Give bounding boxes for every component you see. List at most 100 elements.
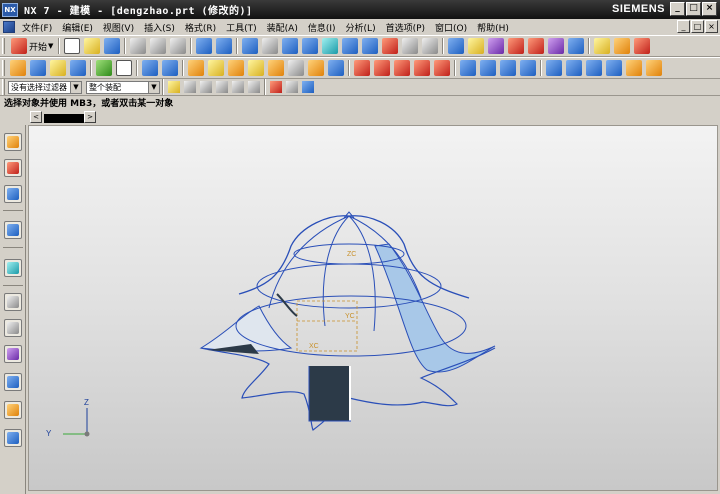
circle-icon[interactable] [394,60,410,76]
extend-icon[interactable] [626,60,642,76]
line-icon[interactable] [488,38,505,54]
point-icon[interactable] [468,38,485,54]
snap-icon[interactable] [448,38,465,54]
blend-icon[interactable] [308,60,324,76]
thicken-icon[interactable] [566,60,582,76]
arc-icon[interactable] [508,38,525,54]
system-materials-button[interactable] [4,319,22,337]
open-icon[interactable] [84,38,101,54]
menu-information[interactable]: 信息(I) [303,21,341,34]
menu-preferences[interactable]: 首选项(P) [381,21,430,34]
tab-next-button[interactable]: > [84,111,96,123]
datum-icon[interactable] [50,60,66,76]
document-tab[interactable] [44,114,84,123]
hole-icon[interactable] [188,60,204,76]
menu-edit[interactable]: 编辑(E) [57,21,98,34]
menu-view[interactable]: 视图(V) [98,21,139,34]
internet-explorer-button[interactable] [4,259,22,277]
move-icon[interactable] [614,38,631,54]
rectangle-select-icon[interactable] [270,81,282,93]
perspective-icon[interactable] [342,38,359,54]
lasso-select-icon[interactable] [286,81,298,93]
point-set-icon[interactable] [96,60,112,76]
pad-icon[interactable] [248,60,264,76]
start-button[interactable]: 开始 ▼ [11,38,53,54]
redo-icon[interactable] [216,38,233,54]
part-navigator-button[interactable] [4,185,22,203]
undo-icon[interactable] [196,38,213,54]
document-icon[interactable] [3,21,15,33]
rectangle-icon[interactable] [116,60,132,76]
roles-button[interactable] [4,373,22,391]
swept-surface[interactable] [374,243,496,373]
sketch-icon[interactable] [10,60,26,76]
visual-report-button[interactable] [4,429,22,447]
menu-file[interactable]: 文件(F) [17,21,57,34]
orient-view-icon[interactable] [422,38,439,54]
tab-prev-button[interactable]: < [30,111,42,123]
zoom-icon[interactable] [262,38,279,54]
through-curves-icon[interactable] [460,60,476,76]
endpoint-icon[interactable] [216,81,228,93]
menu-insert[interactable]: 插入(S) [139,21,180,34]
reset-filter-icon[interactable] [184,81,196,93]
select-body-icon[interactable] [302,81,314,93]
measure-icon[interactable] [634,38,651,54]
graphics-window[interactable]: XC YC ZC Z Y [28,125,718,491]
copy-icon[interactable] [150,38,167,54]
doc-restore-button[interactable]: □ [691,20,704,33]
history-button[interactable] [4,293,22,311]
menu-help[interactable]: 帮助(H) [472,21,514,34]
close-button[interactable]: × [702,2,717,16]
fit-icon[interactable] [242,38,259,54]
save-icon[interactable] [104,38,121,54]
fillet-curve-icon[interactable] [434,60,450,76]
shaded-icon[interactable] [382,38,399,54]
curve-icon[interactable] [548,38,565,54]
pan-icon[interactable] [322,38,339,54]
selection-scope-select[interactable]: 整个装配 ▼ [86,80,160,94]
slot-icon[interactable] [268,60,284,76]
patch-icon[interactable] [646,60,662,76]
menu-window[interactable]: 窗口(O) [430,21,472,34]
control-point-icon[interactable] [248,81,260,93]
menu-format[interactable]: 格式(R) [180,21,221,34]
face-blend-icon[interactable] [586,60,602,76]
zoom-in-icon[interactable] [282,38,299,54]
plane-icon[interactable] [568,38,585,54]
system-scenes-button[interactable] [4,401,22,419]
solid-block[interactable] [309,366,349,421]
arc-tool-icon[interactable] [374,60,390,76]
mesh-surface-icon[interactable] [480,60,496,76]
toolbar-grip[interactable] [2,79,5,95]
ruled-icon[interactable] [520,60,536,76]
toolbar-grip[interactable] [2,38,5,54]
render-style-icon[interactable] [362,38,379,54]
constraint-navigator-button[interactable] [4,159,22,177]
doc-minimize-button[interactable]: _ [677,20,690,33]
offset-curve-icon[interactable] [414,60,430,76]
bounded-plane-icon[interactable] [546,60,562,76]
left-wing[interactable] [199,305,293,352]
revolve-icon[interactable] [162,60,178,76]
midpoint-icon[interactable] [232,81,244,93]
toolbar-grip[interactable] [2,60,5,76]
groove-icon[interactable] [288,60,304,76]
process-studio-button[interactable] [4,345,22,363]
cut-icon[interactable] [130,38,147,54]
snap-point-icon[interactable] [200,81,212,93]
chamfer-icon[interactable] [328,60,344,76]
boss-icon[interactable] [208,60,224,76]
swept-icon[interactable] [500,60,516,76]
doc-close-button[interactable]: × [705,20,718,33]
menu-assembly[interactable]: 装配(A) [262,21,303,34]
extrude-icon[interactable] [142,60,158,76]
menu-analysis[interactable]: 分析(L) [341,21,381,34]
minimize-button[interactable]: _ [670,2,685,16]
layer-icon[interactable] [594,38,611,54]
line-tool-icon[interactable] [354,60,370,76]
assembly-navigator-button[interactable] [4,133,22,151]
type-filter-select[interactable]: 没有选择过滤器 ▼ [8,80,82,94]
model-view[interactable]: XC YC ZC [29,126,718,491]
shaded-edges-icon[interactable] [402,38,419,54]
